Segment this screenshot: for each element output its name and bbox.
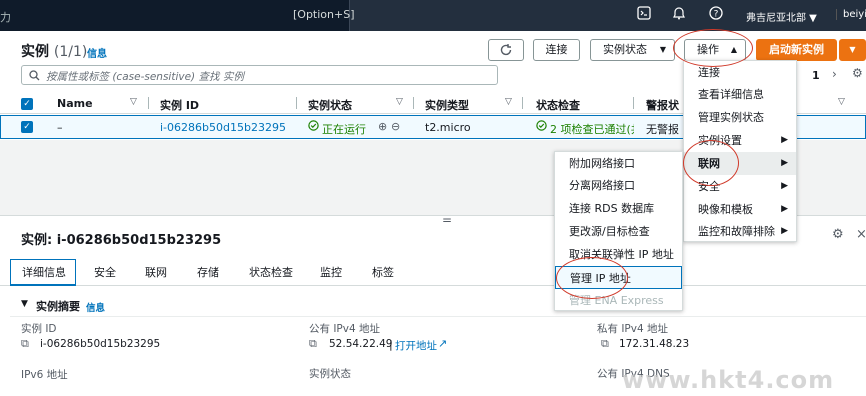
- col-type-filter-icon[interactable]: ▽: [505, 97, 512, 107]
- col-instance-state[interactable]: 实例状态: [308, 97, 352, 113]
- copy-icon[interactable]: ⧉: [21, 337, 29, 351]
- row-state: 正在运行: [322, 123, 366, 136]
- zoom-out-icon[interactable]: ⊖: [391, 120, 400, 133]
- connect-button[interactable]: 连接: [533, 39, 580, 61]
- global-search[interactable]: 力 [Option+S]: [0, 0, 355, 31]
- annotation-circle-networking: [683, 140, 739, 186]
- tab-monitoring[interactable]: 监控: [320, 264, 342, 280]
- tab-details[interactable]: 详细信息: [22, 264, 66, 280]
- page-number[interactable]: 1: [812, 69, 820, 82]
- refresh-icon: [500, 44, 512, 56]
- menu-view-details[interactable]: 查看详细信息: [684, 83, 796, 106]
- detail-close-icon[interactable]: ×: [856, 227, 866, 242]
- submenu-arrow-icon: ▶: [781, 181, 788, 191]
- svg-text:?: ?: [714, 10, 719, 20]
- ipv6-label: IPv6 地址: [21, 369, 68, 381]
- search-shortcut: [Option+S]: [293, 8, 355, 21]
- instance-id-label: 实例 ID: [21, 323, 57, 335]
- filter-input[interactable]: 按属性或标签 (case-sensitive) 查找 实例: [21, 65, 498, 85]
- col-name-filter-icon[interactable]: ▽: [130, 97, 137, 107]
- submenu-arrow-icon: ▶: [781, 158, 788, 168]
- submenu-detach-eni[interactable]: 分离网络接口: [555, 174, 682, 197]
- tab-tags[interactable]: 标签: [372, 264, 394, 280]
- region-selector[interactable]: 弗吉尼亚北部 ▼: [746, 9, 817, 24]
- tab-security[interactable]: 安全: [94, 264, 116, 280]
- menu-images-templates[interactable]: 映像和模板 ▶: [684, 198, 796, 221]
- row-instance-id-link[interactable]: i-06286b50d15b23295: [160, 121, 286, 134]
- menu-manage-state[interactable]: 管理实例状态: [684, 106, 796, 129]
- public-ipv4-label: 公有 IPv4 地址: [309, 323, 380, 335]
- private-ipv4-value: 172.31.48.23: [619, 338, 690, 350]
- row-type: t2.micro: [425, 121, 471, 134]
- help-icon[interactable]: ?: [706, 6, 726, 26]
- copy-ipv4-icon[interactable]: ⧉: [309, 337, 317, 351]
- row-alarm: 无警报: [646, 123, 679, 136]
- col-instance-type[interactable]: 实例类型: [425, 97, 469, 113]
- refresh-button[interactable]: [488, 39, 524, 61]
- info-link[interactable]: 信息: [87, 45, 107, 60]
- submenu-attach-eni[interactable]: 附加网络接口: [555, 152, 682, 175]
- cloudshell-icon[interactable]: [634, 6, 654, 26]
- submenu-arrow-icon: ▶: [781, 204, 788, 214]
- collapse-caret-icon[interactable]: ▼: [21, 299, 28, 309]
- annotation-circle-actions: [673, 29, 753, 67]
- watermark: www.hkt4.com: [622, 366, 835, 394]
- col-filter-icon[interactable]: ▽: [838, 97, 845, 107]
- instance-state-label: 实例状态: [309, 368, 351, 380]
- top-nav-bar: 力 [Option+S] ? 弗吉尼亚北部 ▼ beiyijia: [0, 0, 866, 31]
- search-text: 力: [0, 11, 11, 24]
- summary-info-link[interactable]: 信息: [86, 300, 105, 314]
- bell-icon[interactable]: [669, 6, 689, 26]
- instance-id-value: i-06286b50d15b23295: [40, 338, 161, 350]
- select-all-checkbox[interactable]: ✓: [21, 98, 33, 110]
- tab-storage[interactable]: 存储: [197, 264, 219, 280]
- copy-private-ip-icon[interactable]: ⧉: [601, 337, 609, 351]
- zoom-in-icon[interactable]: ⊕: [378, 120, 387, 133]
- annotation-circle-manage-ip: [556, 257, 628, 299]
- row-name: –: [57, 121, 63, 134]
- filter-placeholder: 按属性或标签 (case-sensitive) 查找 实例: [46, 71, 244, 83]
- instance-state-button[interactable]: 实例状态 ▼: [590, 39, 675, 61]
- menu-monitor-troubleshoot[interactable]: 监控和故障排除 ▶: [684, 220, 796, 243]
- check-passed-icon: [536, 120, 547, 133]
- launch-dropdown-button[interactable]: ▼: [839, 39, 866, 61]
- status-running-icon: [308, 120, 319, 133]
- launch-instance-button[interactable]: 启动新实例: [756, 39, 837, 61]
- col-instance-id[interactable]: 实例 ID: [160, 97, 199, 113]
- tab-networking[interactable]: 联网: [145, 264, 167, 280]
- account-menu[interactable]: beiyijia: [836, 9, 866, 20]
- col-alarm-status[interactable]: 警报状: [646, 97, 679, 113]
- detail-settings-icon[interactable]: ⚙: [832, 227, 844, 242]
- row-status-check: 2 项检查已通过(共: [550, 123, 634, 136]
- submenu-arrow-icon: ▶: [781, 135, 788, 145]
- private-ipv4-label: 私有 IPv4 地址: [597, 323, 668, 335]
- submenu-source-dest-check[interactable]: 更改源/目标检查: [555, 220, 682, 243]
- external-link-icon[interactable]: ↗: [438, 337, 447, 350]
- col-state-filter-icon[interactable]: ▽: [396, 97, 403, 107]
- detail-title: 实例: i-06286b50d15b23295: [21, 233, 222, 248]
- public-ipv4-value: 52.54.22.49: [329, 338, 393, 350]
- row-checkbox[interactable]: ✓: [21, 121, 33, 133]
- resize-handle-icon[interactable]: =: [442, 213, 452, 227]
- col-status-check[interactable]: 状态检查: [536, 97, 580, 113]
- page-title: 实例 (1/1): [21, 44, 88, 60]
- submenu-arrow-icon: ▶: [781, 226, 788, 236]
- search-icon: [29, 70, 40, 81]
- settings-gear-icon[interactable]: ⚙: [852, 66, 863, 80]
- next-page-icon[interactable]: ›: [832, 67, 837, 81]
- detail-tabs: [0, 259, 866, 286]
- open-address-link[interactable]: 打开地址: [395, 338, 437, 353]
- tab-status-checks[interactable]: 状态检查: [249, 264, 293, 280]
- summary-heading: 实例摘要: [36, 300, 80, 313]
- submenu-connect-rds[interactable]: 连接 RDS 数据库: [555, 197, 682, 220]
- col-name[interactable]: Name: [57, 97, 93, 110]
